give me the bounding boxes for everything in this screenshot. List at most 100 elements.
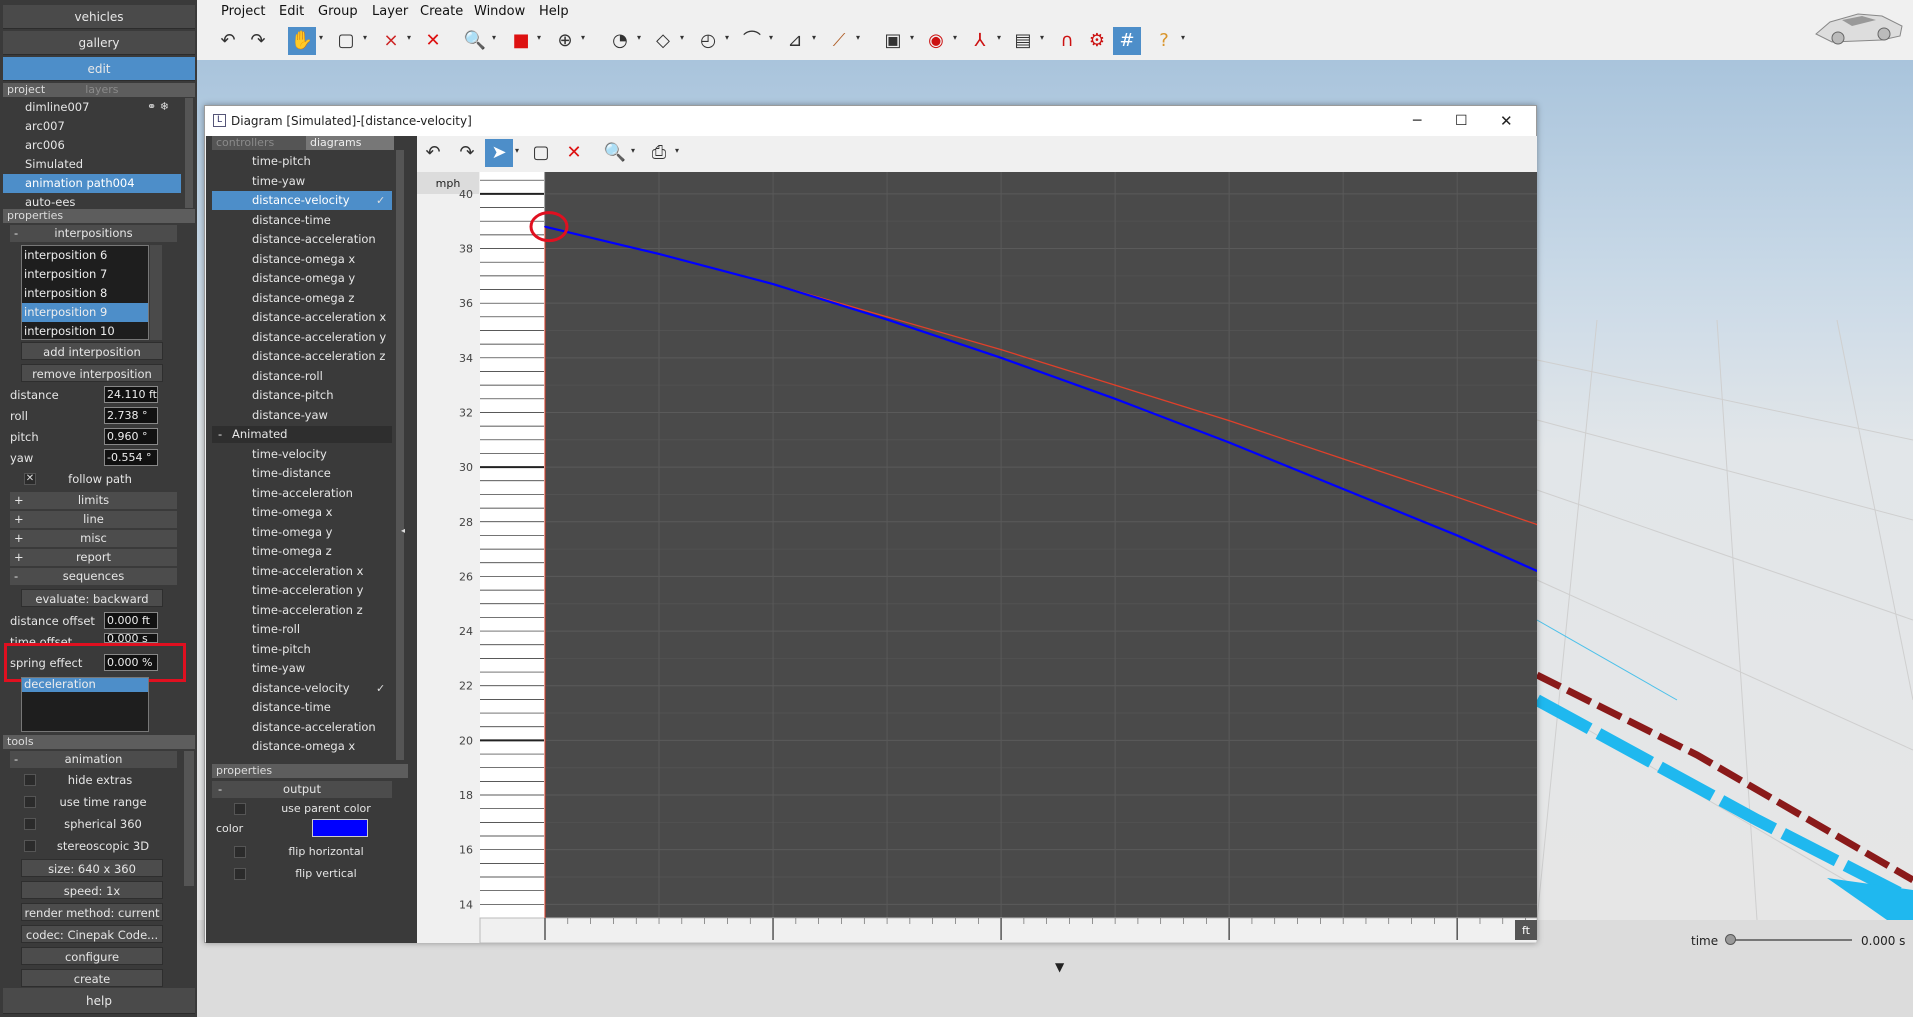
menu-layer[interactable]: Layer [372, 4, 408, 19]
cube-icon[interactable]: ■ [507, 27, 535, 55]
select-rectangle-icon[interactable]: ▢ [332, 27, 360, 55]
flip-vertical-checkbox[interactable] [234, 868, 246, 880]
select-cursor-icon[interactable]: ➤ [485, 139, 513, 167]
yaw-field[interactable] [104, 449, 158, 466]
configure-button[interactable]: configure [21, 947, 163, 965]
target-icon[interactable]: ◉ [922, 27, 950, 55]
diagram-item[interactable]: distance-omega z [212, 289, 392, 308]
redo-icon[interactable]: ↷ [453, 139, 481, 167]
output-group[interactable]: - output [212, 781, 392, 798]
sequences-group[interactable]: - sequences [10, 568, 177, 585]
time-slider-track[interactable] [1728, 939, 1852, 941]
project-item[interactable]: Simulated [3, 155, 181, 174]
angle-icon[interactable]: ◴ [694, 27, 722, 55]
interpositions-group[interactable]: - interpositions [10, 225, 177, 242]
diagram-item[interactable]: distance-time [212, 211, 392, 230]
report-group[interactable]: + report [10, 549, 177, 566]
axes-icon[interactable]: ⅄ [966, 27, 994, 55]
misc-group[interactable]: + misc [10, 530, 177, 547]
select-rectangle-icon[interactable]: ▢ [527, 139, 555, 167]
diagram-item[interactable]: time-velocity [212, 445, 392, 464]
chevron-down-icon[interactable]: ▾ [492, 33, 500, 42]
hide-extras-checkbox[interactable] [24, 774, 36, 786]
chevron-down-icon[interactable]: ▾ [812, 33, 820, 42]
diagram-item[interactable]: distance-acceleration x [212, 308, 392, 327]
project-item[interactable]: arc007 [3, 117, 181, 136]
chevron-down-icon[interactable]: ▼ [1055, 960, 1064, 974]
chevron-down-icon[interactable]: ▾ [319, 33, 327, 42]
remove-interposition-button[interactable]: remove interposition [21, 364, 163, 382]
chevron-down-icon[interactable]: ▾ [407, 33, 415, 42]
flip-horizontal-checkbox[interactable] [234, 846, 246, 858]
diagram-item[interactable]: distance-yaw [212, 406, 392, 425]
animated-group[interactable]: - Animated [212, 426, 392, 443]
list-item-selected[interactable]: interposition 9 [22, 303, 148, 322]
diagram-item[interactable]: distance-acceleration z [212, 347, 392, 366]
list-item-selected[interactable]: deceleration [22, 678, 148, 692]
minimize-icon[interactable]: ─ [1413, 106, 1421, 136]
codec-button[interactable]: codec: Cinepak Code... [21, 925, 163, 943]
tab-controllers[interactable]: controllers [212, 136, 306, 150]
menu-create[interactable]: Create [420, 4, 463, 19]
redo-icon[interactable]: ↷ [244, 27, 272, 55]
diagram-item[interactable]: time-pitch [212, 640, 392, 659]
tab-layers[interactable]: layers [85, 83, 118, 96]
diagram-item[interactable]: time-acceleration y [212, 581, 392, 600]
diagram-item[interactable]: time-omega y [212, 523, 392, 542]
chevron-down-icon[interactable]: ▾ [515, 146, 523, 155]
interpositions-list[interactable]: interposition 6 interposition 7 interpos… [21, 245, 149, 340]
diagram-item[interactable]: distance-omega x [212, 737, 392, 756]
project-item[interactable]: arc006 [3, 136, 181, 155]
list-item[interactable]: interposition 6 [22, 246, 148, 265]
chevron-down-icon[interactable]: ▾ [725, 33, 733, 42]
diagram-item[interactable]: distance-pitch [212, 386, 392, 405]
diagram-item[interactable]: time-omega x [212, 503, 392, 522]
list-item[interactable]: interposition 8 [22, 284, 148, 303]
menu-help[interactable]: Help [539, 4, 569, 19]
zoom-icon[interactable]: 🔍 [461, 27, 489, 55]
chevron-down-icon[interactable]: ▾ [953, 33, 961, 42]
plot-background[interactable] [545, 172, 1537, 918]
diagram-item[interactable]: distance-roll [212, 367, 392, 386]
animation-group[interactable]: - animation [10, 751, 177, 768]
render-method-button[interactable]: render method: current [21, 903, 163, 921]
list-scrollbar[interactable] [150, 245, 162, 340]
diagram-item[interactable]: time-distance [212, 464, 392, 483]
sequence-list[interactable]: deceleration [21, 677, 149, 732]
plane-icon[interactable]: ◇ [649, 27, 677, 55]
stereoscopic-3d-checkbox[interactable] [24, 840, 36, 852]
edit-button[interactable]: edit [3, 57, 195, 81]
delete-points-icon[interactable]: ⨯ [377, 27, 405, 55]
curve-icon[interactable]: ⌒ [738, 27, 766, 55]
use-parent-color-checkbox[interactable] [234, 803, 246, 815]
list-item[interactable]: interposition 10 [22, 322, 148, 341]
tab-diagrams[interactable]: diagrams [306, 136, 394, 150]
diagram-item[interactable]: time-omega z [212, 542, 392, 561]
chevron-down-icon[interactable]: ▾ [1181, 33, 1189, 42]
undo-icon[interactable]: ↶ [214, 27, 242, 55]
menu-project[interactable]: Project [221, 4, 265, 19]
follow-path-checkbox[interactable]: ✕ [24, 473, 36, 485]
camera-icon[interactable]: ▣ [879, 27, 907, 55]
delete-icon[interactable]: ✕ [560, 139, 588, 167]
menu-window[interactable]: Window [474, 4, 525, 19]
print-icon[interactable]: ⎙ [645, 139, 673, 167]
distance-offset-field[interactable] [104, 612, 158, 629]
menu-group[interactable]: Group [318, 4, 358, 19]
chevron-down-icon[interactable]: ▾ [581, 33, 589, 42]
diagram-item-selected[interactable]: distance-velocity [212, 191, 392, 210]
time-slider-thumb[interactable] [1725, 934, 1736, 945]
diagram-item[interactable]: distance-time [212, 698, 392, 717]
project-item[interactable]: auto-ees [3, 193, 181, 207]
collapse-icon[interactable]: ◂ [401, 526, 409, 535]
use-time-range-checkbox[interactable] [24, 796, 36, 808]
gear-icon[interactable]: ⚙ [1083, 27, 1111, 55]
chevron-down-icon[interactable]: ▾ [1040, 33, 1048, 42]
diagram-item[interactable]: distance-velocity [212, 679, 392, 698]
diagram-item[interactable]: distance-acceleration [212, 230, 392, 249]
project-scrollbar[interactable] [185, 98, 193, 208]
chevron-down-icon[interactable]: ▾ [363, 33, 371, 42]
diagram-item[interactable]: time-yaw [212, 172, 392, 191]
list-scrollbar[interactable] [396, 150, 404, 760]
roll-field[interactable] [104, 407, 158, 424]
